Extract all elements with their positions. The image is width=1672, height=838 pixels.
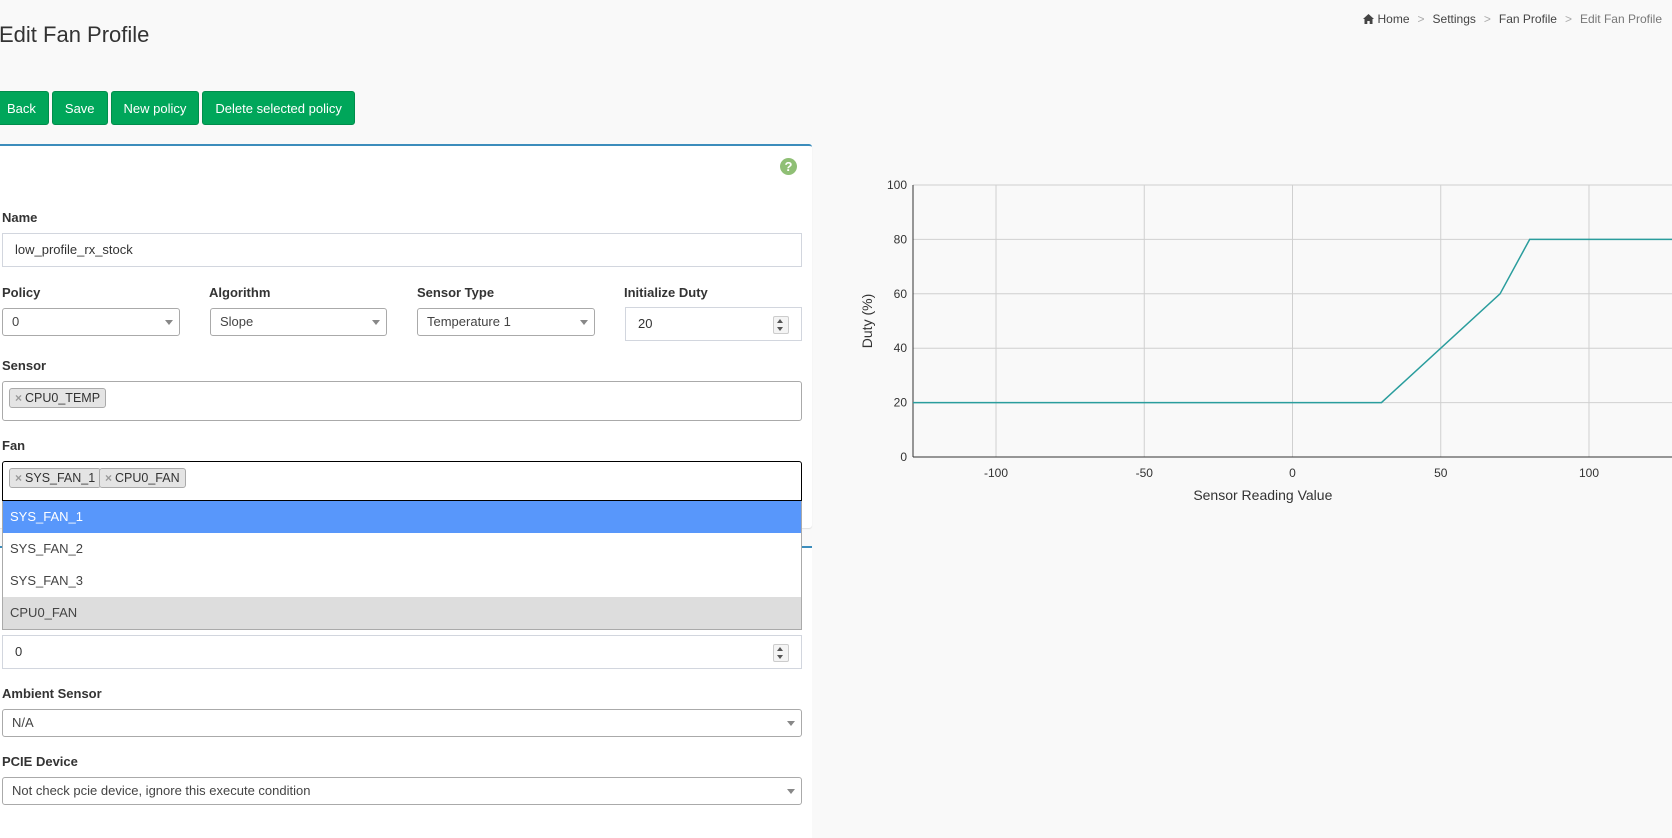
pcie-device-value: Not check pcie device, ignore this execu… <box>12 783 311 798</box>
chevron-down-icon <box>787 721 795 726</box>
name-label: Name <box>2 210 38 225</box>
policy-select[interactable]: 0 <box>2 308 180 336</box>
breadcrumb-separator: > <box>1483 12 1491 26</box>
breadcrumb-settings[interactable]: Settings <box>1433 12 1476 26</box>
chevron-down-icon <box>580 320 588 325</box>
x-tick-label: -100 <box>984 466 1008 480</box>
fan-option[interactable]: SYS_FAN_2 <box>3 533 801 565</box>
delete-policy-button[interactable]: Delete selected policy <box>202 91 355 125</box>
fan-label: Fan <box>2 438 26 453</box>
x-tick-label: 100 <box>1579 466 1599 480</box>
new-policy-button[interactable]: New policy <box>110 91 200 125</box>
fan-option[interactable]: SYS_FAN_3 <box>3 565 801 597</box>
ambient-sensor-label: Ambient Sensor <box>2 686 102 701</box>
breadcrumb: Home > Settings > Fan Profile > Edit Fan… <box>1362 12 1662 26</box>
init-duty-value: 20 <box>638 316 653 331</box>
policy-label: Policy <box>2 285 41 300</box>
chevron-down-icon <box>787 789 795 794</box>
breadcrumb-home[interactable]: Home <box>1378 12 1410 26</box>
breadcrumb-separator: > <box>1564 12 1572 26</box>
sensor-tag: × CPU0_TEMP <box>9 388 107 408</box>
init-duty-input[interactable]: 20 <box>625 307 802 341</box>
breadcrumb-current: Edit Fan Profile <box>1579 12 1662 26</box>
pcie-device-label: PCIE Device <box>2 754 78 769</box>
fan-tag: × CPU0_FAN <box>99 468 186 488</box>
y-axis-label: Duty (%) <box>859 294 875 348</box>
breadcrumb-fan-profile[interactable]: Fan Profile <box>1499 12 1557 26</box>
init-duty-label: Initialize Duty <box>624 285 708 300</box>
back-button[interactable]: Back <box>0 91 49 125</box>
save-button[interactable]: Save <box>51 91 108 125</box>
y-tick-label: 20 <box>894 396 908 410</box>
remove-tag-icon[interactable]: × <box>105 471 112 485</box>
help-icon[interactable]: ? <box>780 158 797 175</box>
spinner-icon[interactable] <box>773 316 789 334</box>
numeric-input[interactable]: 0 <box>2 635 802 669</box>
fan-option[interactable]: SYS_FAN_1 <box>3 501 801 533</box>
policy-value: 0 <box>12 314 20 329</box>
spinner-icon[interactable] <box>773 644 789 662</box>
ambient-sensor-select[interactable]: N/A <box>2 709 802 737</box>
toolbar: Back Save New policy Delete selected pol… <box>0 91 355 125</box>
breadcrumb-separator: > <box>1417 12 1425 26</box>
remove-tag-icon[interactable]: × <box>15 471 22 485</box>
numeric-value: 0 <box>15 644 23 659</box>
name-input[interactable]: low_profile_rx_stock <box>2 233 802 267</box>
remove-tag-icon[interactable]: × <box>15 391 22 405</box>
y-tick-label: 80 <box>894 232 908 246</box>
home-icon <box>1362 14 1374 24</box>
chevron-down-icon <box>372 320 380 325</box>
y-tick-label: 0 <box>900 450 907 464</box>
pcie-device-select[interactable]: Not check pcie device, ignore this execu… <box>2 777 802 805</box>
chevron-down-icon <box>165 320 173 325</box>
sensor-label: Sensor <box>2 358 47 373</box>
algorithm-select[interactable]: Slope <box>210 308 387 336</box>
algorithm-value: Slope <box>220 314 254 329</box>
y-tick-label: 60 <box>894 287 908 301</box>
x-tick-label: 50 <box>1434 466 1448 480</box>
ambient-sensor-value: N/A <box>12 715 34 730</box>
fan-dropdown: SYS_FAN_1 SYS_FAN_2 SYS_FAN_3 CPU0_FAN <box>2 501 802 630</box>
y-tick-label: 40 <box>894 341 908 355</box>
x-tick-label: 0 <box>1289 466 1296 480</box>
fan-multiselect[interactable]: × SYS_FAN_1 × CPU0_FAN <box>2 461 802 501</box>
sensor-multiselect[interactable]: × CPU0_TEMP <box>2 381 802 421</box>
algorithm-label: Algorithm <box>209 285 271 300</box>
sensor-type-value: Temperature 1 <box>427 314 511 329</box>
sensor-type-select[interactable]: Temperature 1 <box>417 308 595 336</box>
duty-chart: 0 20 40 60 80 100 -100 -50 0 50 100 Sensor Reading … <box>859 178 1672 503</box>
fan-tag: × SYS_FAN_1 <box>9 468 102 488</box>
x-axis-label: Sensor Reading Value <box>1193 487 1332 503</box>
y-tick-label: 100 <box>887 178 907 192</box>
sensor-type-label: Sensor Type <box>417 285 495 300</box>
x-tick-label: -50 <box>1136 466 1154 480</box>
page-title: Edit Fan Profile <box>0 22 150 47</box>
fan-option[interactable]: CPU0_FAN <box>3 597 801 629</box>
